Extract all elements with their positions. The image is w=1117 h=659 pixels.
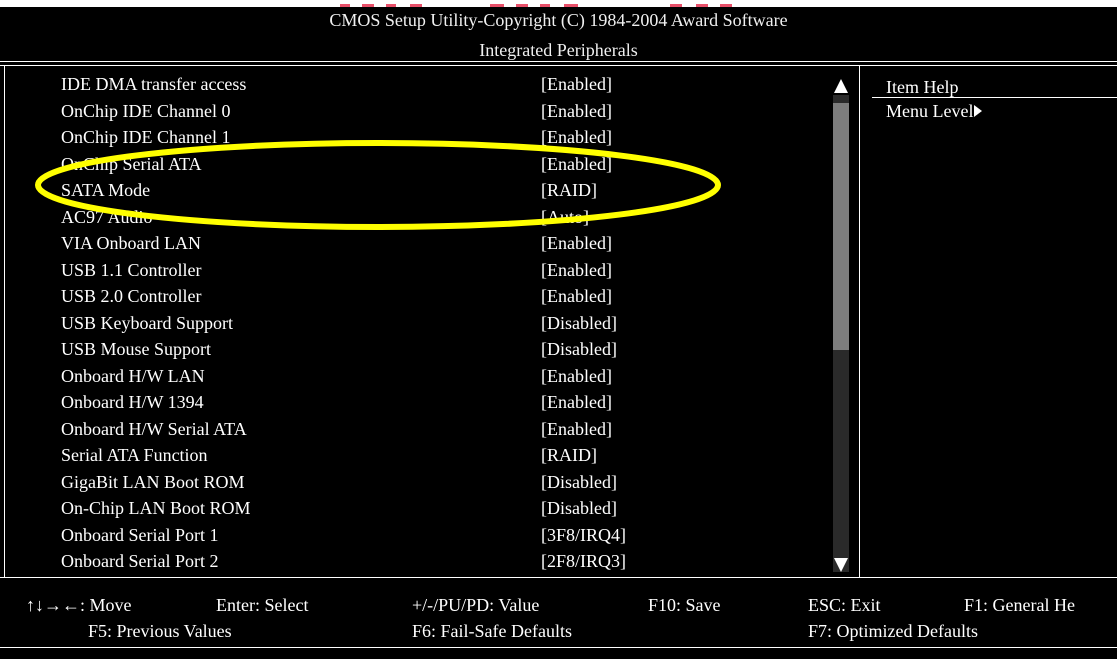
help-underline [872, 97, 1117, 98]
setting-label[interactable]: Onboard H/W Serial ATA [61, 416, 247, 442]
scroll-up-triangle-icon[interactable] [833, 78, 849, 94]
footer-save: F10: Save [648, 595, 721, 615]
setting-label[interactable]: Onboard Serial Port 2 [61, 548, 218, 574]
header-divider-inner [0, 65, 1117, 66]
setting-value[interactable]: [Enabled] [541, 257, 612, 283]
setting-value[interactable]: [Enabled] [541, 71, 612, 97]
footer-enter: Enter: Select [216, 595, 309, 615]
footer-help: F1: General He [964, 595, 1075, 615]
page-title: Integrated Peripherals [479, 40, 638, 60]
setting-label[interactable]: GigaBit LAN Boot ROM [61, 469, 245, 495]
item-help-title: Item Help [886, 77, 959, 97]
setting-label[interactable]: Onboard H/W 1394 [61, 389, 204, 415]
footer-optimized: F7: Optimized Defaults [808, 621, 978, 641]
footer-exit: ESC: Exit [808, 595, 881, 615]
setting-label[interactable]: USB 1.1 Controller [61, 257, 202, 283]
setting-value[interactable]: [Enabled] [541, 283, 612, 309]
setting-label[interactable]: USB Keyboard Support [61, 310, 233, 336]
footer-previous: F5: Previous Values [88, 621, 232, 641]
footer-failsafe: F6: Fail-Safe Defaults [412, 621, 572, 641]
footer-move: ↑↓→←: Move [26, 595, 132, 615]
setting-value[interactable]: [RAID] [541, 442, 597, 468]
setting-label[interactable]: Onboard H/W LAN [61, 363, 205, 389]
footer-divider [0, 577, 1117, 578]
menu-level-label: Menu Level [886, 101, 974, 121]
left-border [4, 65, 5, 577]
setting-value[interactable]: [Enabled] [541, 363, 612, 389]
setting-value[interactable]: [Disabled] [541, 336, 617, 362]
bottom-border [0, 647, 1117, 648]
scroll-down-triangle-icon[interactable] [833, 557, 849, 573]
setting-label[interactable]: USB Mouse Support [61, 336, 211, 362]
setting-label[interactable]: On-Chip LAN Boot ROM [61, 495, 251, 521]
setting-label[interactable]: OnChip IDE Channel 0 [61, 98, 230, 124]
setting-label[interactable]: USB 2.0 Controller [61, 283, 202, 309]
setting-value[interactable]: [3F8/IRQ4] [541, 522, 626, 548]
setting-value[interactable]: [Enabled] [541, 98, 612, 124]
panel-divider [859, 65, 860, 577]
setting-value[interactable]: [Disabled] [541, 495, 617, 521]
scrollbar-thumb[interactable] [833, 103, 849, 350]
setting-value[interactable]: [Disabled] [541, 310, 617, 336]
setting-value[interactable]: [2F8/IRQ3] [541, 548, 626, 574]
bios-screen: CMOS Setup Utility-Copyright (C) 1984-20… [0, 7, 1117, 659]
highlight-ellipse [35, 140, 721, 230]
setting-label[interactable]: Onboard Serial Port 1 [61, 522, 218, 548]
header-divider [0, 61, 1117, 62]
setting-label[interactable]: IDE DMA transfer access [61, 71, 246, 97]
footer-value: +/-/PU/PD: Value [412, 595, 540, 615]
right-triangle-icon [974, 105, 983, 117]
window-title: CMOS Setup Utility-Copyright (C) 1984-20… [329, 10, 788, 30]
setting-value[interactable]: [Enabled] [541, 389, 612, 415]
menu-level-row: Menu Level [886, 99, 983, 123]
setting-label[interactable]: Serial ATA Function [61, 442, 208, 468]
setting-value[interactable]: [Disabled] [541, 469, 617, 495]
setting-value[interactable]: [Enabled] [541, 416, 612, 442]
